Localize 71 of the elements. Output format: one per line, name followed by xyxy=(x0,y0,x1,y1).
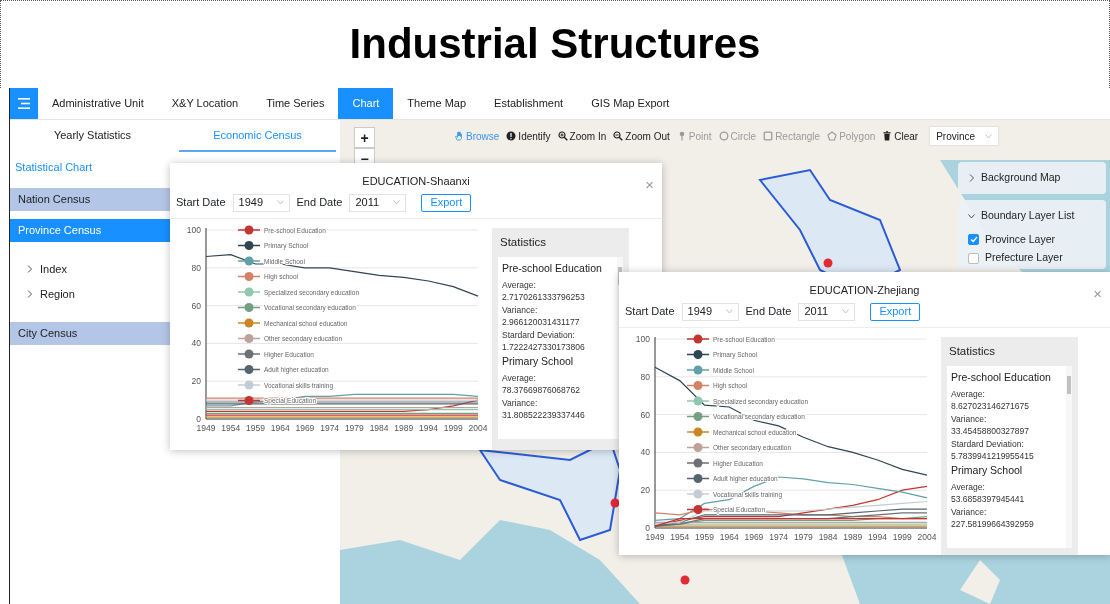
metric-value: 53.6858397945441 xyxy=(951,493,1026,506)
axis-tick-label: 1984 xyxy=(369,422,389,433)
metric-label: Average: xyxy=(951,480,986,494)
axis-tick-label: 1949 xyxy=(196,422,216,433)
axis-tick-label: 1959 xyxy=(695,531,714,542)
section-heading: Pre-school Education xyxy=(502,260,603,275)
metric-value: 31.808522239337446 xyxy=(502,409,586,422)
metric-value: 2.7170261333796253 xyxy=(502,291,586,304)
axis-tick-label: 2004 xyxy=(468,422,488,433)
axis-tick-label: 0 xyxy=(196,413,201,424)
metric-value: 227.58199664392959 xyxy=(951,518,1035,531)
metric-value: 2.966120031431177 xyxy=(502,316,581,329)
axis-tick-label: 20 xyxy=(640,484,650,495)
section-heading: Primary School xyxy=(951,462,1024,477)
axis-tick-label: 60 xyxy=(640,409,650,420)
axis-tick-label: 1969 xyxy=(744,531,764,542)
axis-tick-label: 1974 xyxy=(769,531,789,542)
axis-tick-label: 1959 xyxy=(246,422,265,433)
metric-value: 33.45458800327897 xyxy=(951,425,1030,438)
axis-tick-label: 1984 xyxy=(818,531,838,542)
statistics-title: Statistics xyxy=(499,234,547,250)
axis-tick-label: 0 xyxy=(645,522,650,533)
axis-tick-label: 1979 xyxy=(793,531,813,542)
dialog-title: EDUCATION-Zhejiang xyxy=(809,283,920,298)
metric-label: Variance: xyxy=(951,505,988,519)
field-label: Start Date xyxy=(176,195,226,211)
axis-tick-label: 1954 xyxy=(221,422,241,433)
metric-label: Average: xyxy=(502,278,537,292)
metric-label: Average: xyxy=(502,371,537,385)
metric-value: 78.37669876068762 xyxy=(502,384,581,397)
axis-tick-label: 80 xyxy=(191,262,201,273)
axis-tick-label: 1989 xyxy=(843,531,863,542)
layer-label: Prefecture Layer xyxy=(985,250,1063,266)
axis-tick-label: 2004 xyxy=(917,531,937,542)
dialog-title: EDUCATION-Shaanxi xyxy=(362,174,470,189)
metric-label: Variance: xyxy=(502,396,539,410)
section-heading: Pre-school Education xyxy=(951,369,1052,384)
axis-tick-label: 1999 xyxy=(443,422,463,433)
axis-tick-label: 60 xyxy=(191,300,201,311)
metric-label: Stardard Deviation: xyxy=(502,328,576,342)
axis-tick-label: 1969 xyxy=(295,422,315,433)
layer-label: Province Layer xyxy=(985,231,1056,247)
axis-tick-label: 20 xyxy=(191,375,201,386)
metric-label: Variance: xyxy=(502,303,539,317)
axis-tick-label: 1974 xyxy=(320,422,340,433)
axis-tick-label: 1949 xyxy=(645,531,665,542)
axis-tick-label: 1999 xyxy=(892,531,912,542)
metric-value: 8.627023146271675 xyxy=(951,400,1030,413)
axis-tick-label: 1964 xyxy=(270,422,290,433)
metric-value: 1.7222427330173806 xyxy=(502,341,586,354)
axis-tick-label: 40 xyxy=(640,446,650,457)
axis-tick-label: 40 xyxy=(191,337,201,348)
axis-tick-label: 1989 xyxy=(394,422,414,433)
metric-label: Average: xyxy=(951,387,986,401)
axis-tick-label: 80 xyxy=(640,371,650,382)
statistics-title: Statistics xyxy=(948,343,996,359)
field-label: End Date xyxy=(296,195,343,211)
metric-value: 5.7839941219955415 xyxy=(951,450,1035,463)
metric-label: Stardard Deviation: xyxy=(951,437,1025,451)
field-label: End Date xyxy=(745,304,792,320)
metric-label: Variance: xyxy=(951,412,988,426)
axis-tick-label: 1979 xyxy=(344,422,364,433)
field-label: Start Date xyxy=(625,304,675,320)
section-heading: Primary School xyxy=(502,353,575,368)
page-title: Industrial Structures xyxy=(349,19,761,70)
axis-tick-label: 1994 xyxy=(419,422,438,433)
axis-tick-label: 1954 xyxy=(670,531,690,542)
axis-tick-label: 1994 xyxy=(868,531,887,542)
axis-tick-label: 1964 xyxy=(719,531,739,542)
axis-tick-label: 100 xyxy=(186,224,201,235)
axis-tick-label: 100 xyxy=(635,333,650,344)
